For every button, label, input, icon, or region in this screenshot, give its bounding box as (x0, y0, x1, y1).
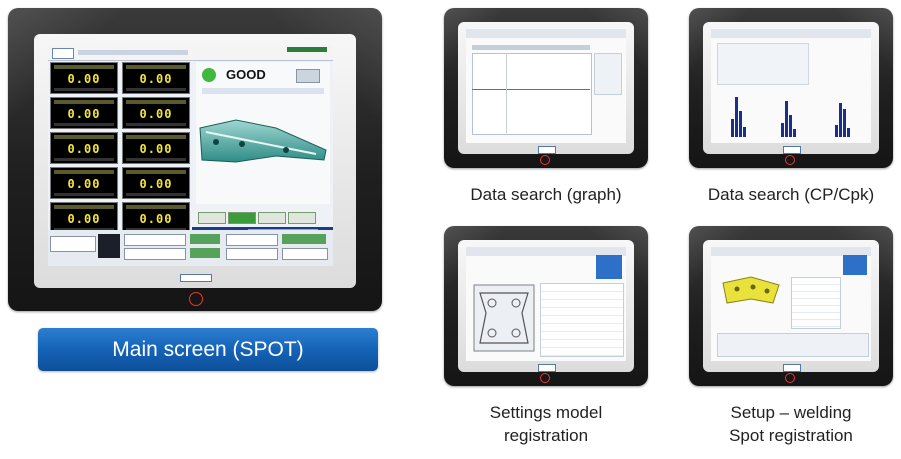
monitor-data-search-cpk (689, 8, 893, 168)
screen-header (466, 29, 626, 38)
spot-table (791, 277, 841, 329)
readout-grid: 0.00 0.00 0.00 0.00 0.00 0.00 0.00 0.00 … (48, 62, 192, 240)
power-button-icon[interactable] (540, 155, 550, 165)
monitor-settings-model (444, 226, 648, 386)
brand-logo-icon (538, 364, 556, 372)
bottom-field[interactable] (124, 248, 186, 260)
caption-data-search-cpk: Data search (CP/Cpk) (684, 183, 898, 206)
brand-logo-icon (180, 274, 212, 282)
bottom-field[interactable] (282, 248, 328, 260)
caption-line: Data search (graph) (470, 185, 622, 204)
monitor-setup-welding (689, 226, 893, 386)
monitor-data-search-graph (444, 8, 648, 168)
bottom-info-panel (717, 333, 869, 357)
app-logo-icon (52, 48, 74, 59)
green-action-button[interactable] (282, 234, 326, 244)
brand-logo-icon (538, 146, 556, 154)
bottom-field[interactable] (226, 248, 278, 260)
monitor-bezel (458, 240, 634, 372)
bottom-field[interactable] (226, 234, 278, 246)
cpk-screen-display[interactable] (711, 29, 871, 143)
histogram-chart (715, 91, 761, 137)
side-info-panel (594, 53, 622, 95)
graph-screen-display[interactable] (466, 29, 626, 143)
histogram-chart (819, 91, 865, 137)
caption-line: Data search (CP/Cpk) (707, 185, 875, 204)
readout-cell: 0.00 (122, 62, 190, 94)
graph-vertical-line (506, 53, 507, 133)
main-monitor: 0.00 0.00 0.00 0.00 0.00 0.00 0.00 0.00 … (8, 8, 382, 311)
part-wireframe-icon (473, 284, 535, 352)
settings-screen-display[interactable] (466, 247, 626, 361)
screen-header (711, 29, 871, 38)
caption-settings-model: Settings model registration (444, 401, 648, 447)
readout-cell: 0.00 (122, 167, 190, 199)
bottom-dark-indicator (98, 234, 120, 258)
main-monitor-bezel: 0.00 0.00 0.00 0.00 0.00 0.00 0.00 0.00 … (34, 34, 356, 288)
power-button-icon[interactable] (540, 373, 550, 383)
readout-cell: 0.00 (50, 132, 118, 164)
reset-button[interactable] (296, 69, 320, 83)
readout-cell: 0.00 (122, 132, 190, 164)
bottom-field (50, 236, 96, 252)
yellow-part-icon (722, 276, 780, 304)
blue-action-button[interactable] (596, 255, 622, 279)
caption-setup-welding: Setup – welding Spot registration (689, 401, 893, 447)
caption-line: Settings model (489, 403, 603, 422)
power-button-icon[interactable] (785, 155, 795, 165)
power-button-icon[interactable] (189, 292, 203, 306)
caption-line: Spot registration (729, 426, 853, 445)
main-screen-button[interactable]: Main screen (SPOT) (38, 328, 378, 371)
status-panel: GOOD (196, 62, 330, 204)
welding-screen-display[interactable] (711, 247, 871, 361)
status-strip-green (287, 47, 327, 52)
stats-table (717, 43, 809, 85)
monitor-bezel (703, 240, 879, 372)
caption-line: registration (503, 426, 589, 445)
histogram-chart (767, 91, 813, 137)
blue-action-button[interactable] (843, 255, 867, 275)
car-part-model-icon (199, 119, 327, 163)
readout-cell: 0.00 (50, 62, 118, 94)
settings-table (540, 283, 624, 357)
mode-tab[interactable] (198, 212, 226, 224)
readout-cell: 0.00 (122, 97, 190, 129)
graph-area (472, 53, 592, 135)
green-action-button[interactable] (190, 234, 220, 244)
graph-table-header (472, 45, 590, 50)
mode-tab[interactable] (288, 212, 316, 224)
main-screen-titlebar (48, 46, 333, 61)
mode-tab[interactable] (258, 212, 286, 224)
readout-cell: 0.00 (50, 97, 118, 129)
bottom-control-bar (48, 230, 333, 266)
caption-line: Setup – welding (730, 403, 852, 422)
brand-logo-icon (783, 146, 801, 154)
caption-data-search-graph: Data search (graph) (444, 183, 648, 206)
graph-divider (472, 89, 590, 90)
monitor-bezel (458, 22, 634, 154)
status-text: GOOD (226, 67, 266, 82)
mode-tab-active[interactable] (228, 212, 256, 224)
brand-logo-icon (783, 364, 801, 372)
green-action-button[interactable] (190, 248, 220, 258)
monitor-bezel (703, 22, 879, 154)
power-button-icon[interactable] (785, 373, 795, 383)
status-indicator-icon (202, 68, 216, 82)
bottom-field[interactable] (124, 234, 186, 246)
status-info-strip (202, 88, 324, 94)
toolbar-strip (78, 50, 188, 55)
readout-cell: 0.00 (50, 167, 118, 199)
main-screen-display[interactable]: 0.00 0.00 0.00 0.00 0.00 0.00 0.00 0.00 … (48, 46, 333, 266)
